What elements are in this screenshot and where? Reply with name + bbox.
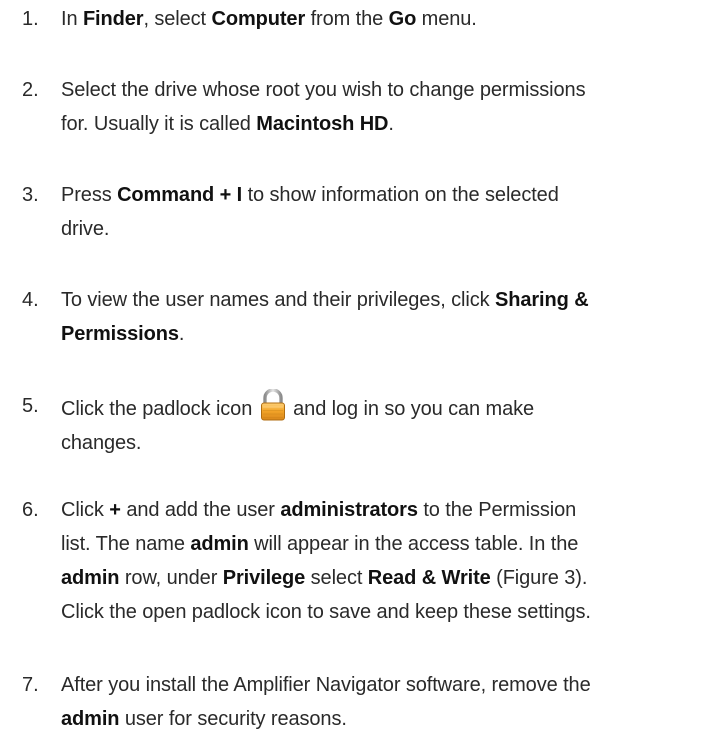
text-segment: and add the user [120, 499, 281, 521]
bold-term: Privilege [222, 567, 306, 589]
text-segment: . [388, 113, 394, 135]
text-segment: (Figure 3). [490, 567, 588, 589]
text-segment: and log in so you can make [287, 398, 535, 420]
step-number: 6. [22, 499, 39, 521]
text-segment: drive. [61, 218, 110, 240]
text-segment: Press [61, 184, 118, 206]
bold-term: Read & Write [367, 567, 491, 589]
padlock-icon [260, 389, 286, 421]
text-segment: Click [61, 499, 110, 521]
step-number: 4. [22, 289, 39, 311]
step-number: 2. [22, 79, 39, 101]
step-text: Click the padlock icon and log in so you… [61, 389, 711, 460]
bold-term: admin [61, 708, 120, 730]
step-text: To view the user names and their privile… [61, 283, 711, 351]
step-text: In Finder, select Computer from the Go m… [61, 2, 711, 36]
bold-term: Command + I [117, 184, 243, 206]
bold-term: admin [61, 567, 120, 589]
text-segment: menu. [416, 8, 477, 30]
bold-term: Finder [82, 8, 144, 30]
step-text: Press Command + I to show information on… [61, 178, 711, 246]
bold-term: Sharing & [494, 289, 589, 311]
step-number: 3. [22, 184, 39, 206]
bold-term: Computer [211, 8, 306, 30]
text-segment: to the Permission [417, 499, 577, 521]
text-segment: . [178, 323, 185, 345]
text-segment: Select the drive whose root you wish to … [61, 79, 586, 101]
text-segment: user for security reasons. [119, 708, 347, 730]
text-segment: select [305, 567, 368, 589]
text-segment: to show information on the selected [242, 184, 559, 206]
text-segment: Click the open padlock icon to save and … [61, 601, 591, 623]
text-segment: After you install the Amplifier Navigato… [61, 674, 591, 696]
text-segment: from the [305, 8, 389, 30]
text-segment: changes. [61, 432, 142, 454]
text-segment: In [61, 8, 83, 30]
bold-term: admin [190, 533, 249, 555]
step-number: 7. [22, 674, 39, 696]
text-segment: , select [143, 8, 212, 30]
text-segment: row, under [119, 567, 223, 589]
step-text: Select the drive whose root you wish to … [61, 73, 711, 141]
step-text: Click + and add the user administrators … [61, 493, 711, 629]
text-segment: for. Usually it is called [61, 113, 257, 135]
text-segment: Click the padlock icon [61, 398, 258, 420]
bold-term: Macintosh HD [256, 113, 389, 135]
bold-term: Go [388, 8, 417, 30]
step-text: After you install the Amplifier Navigato… [61, 668, 711, 736]
plus-symbol: + [109, 499, 121, 521]
step-number: 5. [22, 395, 39, 417]
text-segment: list. The name [61, 533, 191, 555]
bold-term: Permissions [61, 323, 179, 345]
text-segment: will appear in the access table. In the [248, 533, 579, 555]
step-number: 1. [22, 8, 39, 30]
bold-term: administrators [280, 499, 418, 521]
text-segment: To view the user names and their privile… [61, 289, 495, 311]
